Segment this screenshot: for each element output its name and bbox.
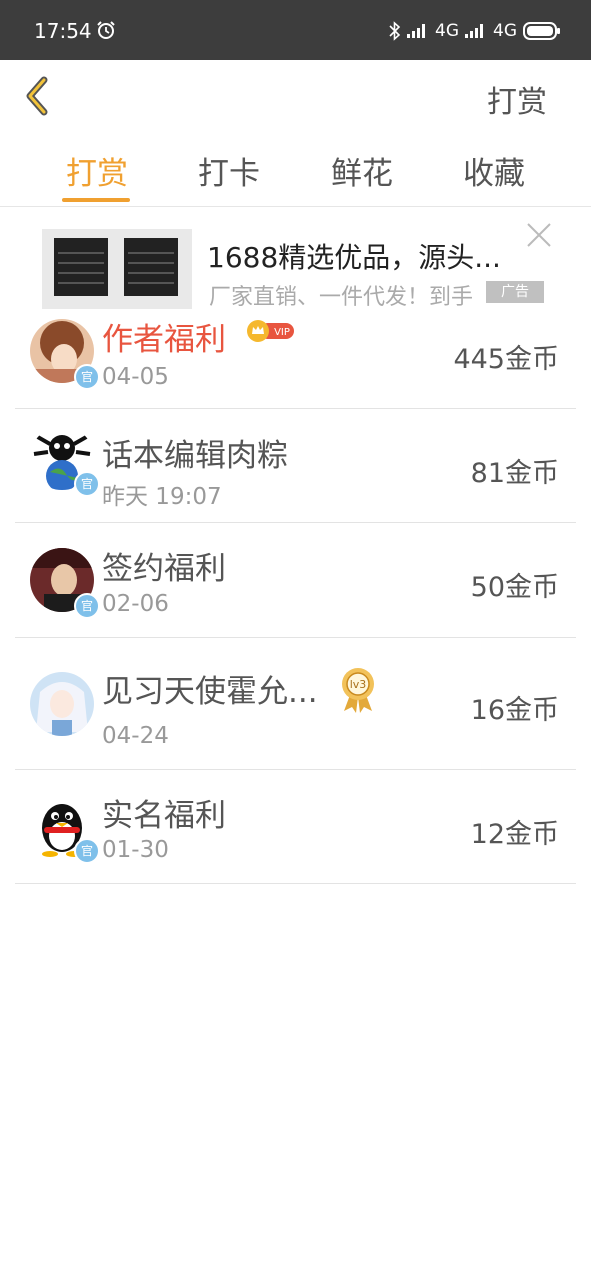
ad-title: 1688精选优品，源头... [207, 241, 501, 274]
battery-icon [523, 22, 560, 40]
avatar[interactable] [30, 672, 94, 736]
ad-image [42, 229, 192, 309]
user-name[interactable]: 签约福利 [102, 543, 226, 588]
status-time: 17:54 [34, 19, 92, 43]
official-badge: 官 [74, 471, 100, 497]
official-badge: 官 [74, 593, 100, 619]
network-label-2: 4G [493, 21, 517, 41]
alarm-icon [97, 21, 115, 39]
official-badge: 官 [74, 364, 100, 390]
reward-date: 02-06 [102, 591, 169, 617]
reward-action-button[interactable]: 打赏 [487, 77, 547, 121]
tab-flowers[interactable]: 鲜花 [302, 148, 422, 193]
tab-reward[interactable]: 打赏 [37, 148, 157, 193]
user-name[interactable]: 实名福利 [102, 790, 226, 835]
close-icon[interactable] [526, 222, 552, 248]
vip-label: VIP [274, 327, 290, 338]
signal-icon [465, 24, 483, 38]
network-label-1: 4G [435, 21, 459, 41]
bluetooth-icon [389, 21, 401, 41]
level-medal-icon: lv3 [342, 668, 374, 713]
official-badge: 官 [74, 838, 100, 864]
reward-date: 04-05 [102, 364, 169, 390]
tab-favorites[interactable]: 收藏 [434, 148, 554, 193]
reward-row[interactable]: 见习天使霍允... lv3 04-24 16金币 [15, 638, 576, 770]
reward-row[interactable]: 官 签约福利 02-06 50金币 [15, 523, 576, 638]
status-bar: 17:54 4G 4G [0, 0, 591, 60]
level-label: lv3 [350, 678, 367, 691]
coin-amount: 16金币 [470, 695, 559, 726]
reward-row[interactable]: 官 作者福利 VIP 04-05 445金币 [15, 308, 576, 409]
tab-checkin[interactable]: 打卡 [169, 148, 289, 193]
signal-icon [407, 24, 425, 38]
tab-bar: 打赏 打卡 鲜花 收藏 [0, 136, 591, 207]
ad-badge: 广告 [486, 281, 544, 303]
coin-amount: 445金币 [453, 344, 559, 375]
reward-date: 04-24 [102, 723, 169, 749]
header: 打赏 [0, 60, 591, 132]
active-tab-indicator [62, 198, 130, 202]
reward-date: 01-30 [102, 837, 169, 863]
ad-subtitle: 厂家直销、一件代发！到手 [209, 285, 474, 310]
reward-row[interactable]: 官 话本编辑肉粽 昨天 19:07 81金币 [15, 409, 576, 523]
coin-amount: 81金币 [470, 458, 559, 489]
chevron-left-icon[interactable] [18, 74, 58, 118]
user-name[interactable]: 见习天使霍允... [102, 666, 318, 711]
user-name[interactable]: 作者福利 [102, 314, 226, 359]
reward-row[interactable]: 官 实名福利 01-30 12金币 [15, 770, 576, 884]
reward-date: 昨天 19:07 [102, 484, 222, 510]
user-name[interactable]: 话本编辑肉粽 [102, 430, 288, 475]
coin-amount: 12金币 [470, 819, 559, 850]
coin-amount: 50金币 [470, 572, 559, 603]
vip-crown-icon: VIP [247, 320, 294, 342]
